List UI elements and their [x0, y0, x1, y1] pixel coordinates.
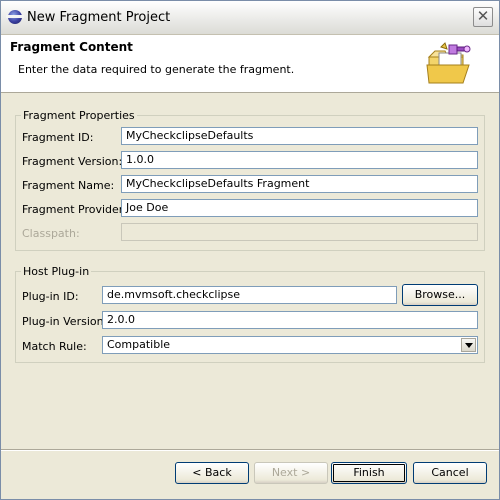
- window-title: New Fragment Project: [27, 10, 171, 25]
- classpath-label: Classpath:: [22, 227, 80, 240]
- classpath-field: [121, 223, 478, 241]
- chevron-down-icon[interactable]: [461, 338, 476, 352]
- page-description: Enter the data required to generate the …: [18, 63, 295, 76]
- fragment-id-field[interactable]: MyCheckclipseDefaults: [121, 127, 478, 145]
- browse-button[interactable]: Browse...: [402, 284, 478, 306]
- wizard-banner: Fragment Content Enter the data required…: [1, 35, 499, 93]
- finish-button[interactable]: Finish: [331, 462, 407, 484]
- close-button[interactable]: ✕: [473, 7, 493, 27]
- cancel-button[interactable]: Cancel: [413, 462, 487, 484]
- dialog-window: New Fragment Project ✕ Fragment Content …: [0, 0, 500, 500]
- close-icon: ✕: [476, 7, 490, 25]
- fragment-version-field[interactable]: 1.0.0: [121, 151, 478, 169]
- page-title: Fragment Content: [10, 40, 133, 54]
- fragment-id-label: Fragment ID:: [22, 131, 94, 144]
- fragment-provider-label: Fragment Provider:: [22, 203, 127, 216]
- folder-plugin-wizard-icon: [426, 42, 471, 84]
- next-button[interactable]: Next >: [254, 462, 328, 484]
- eclipse-app-icon: [6, 10, 24, 24]
- fragment-version-label: Fragment Version:: [22, 155, 123, 168]
- plugin-version-label: Plug-in Version:: [22, 315, 108, 328]
- match-rule-value: Compatible: [107, 338, 171, 351]
- fragment-properties-label: Fragment Properties: [21, 109, 137, 122]
- title-bar[interactable]: New Fragment Project ✕: [1, 1, 499, 35]
- fragment-name-field[interactable]: MyCheckclipseDefaults Fragment: [121, 175, 478, 193]
- back-button[interactable]: < Back: [175, 462, 249, 484]
- fragment-name-label: Fragment Name:: [22, 179, 115, 192]
- match-rule-select[interactable]: Compatible: [102, 336, 478, 354]
- plugin-id-label: Plug-in ID:: [22, 290, 79, 303]
- host-plugin-label: Host Plug-in: [21, 265, 92, 278]
- plugin-id-field[interactable]: de.mvmsoft.checkclipse: [102, 286, 397, 304]
- button-bar-separator: [1, 449, 499, 451]
- match-rule-label: Match Rule:: [22, 340, 87, 353]
- fragment-provider-field[interactable]: Joe Doe: [121, 199, 478, 217]
- plugin-version-field[interactable]: 2.0.0: [102, 311, 478, 329]
